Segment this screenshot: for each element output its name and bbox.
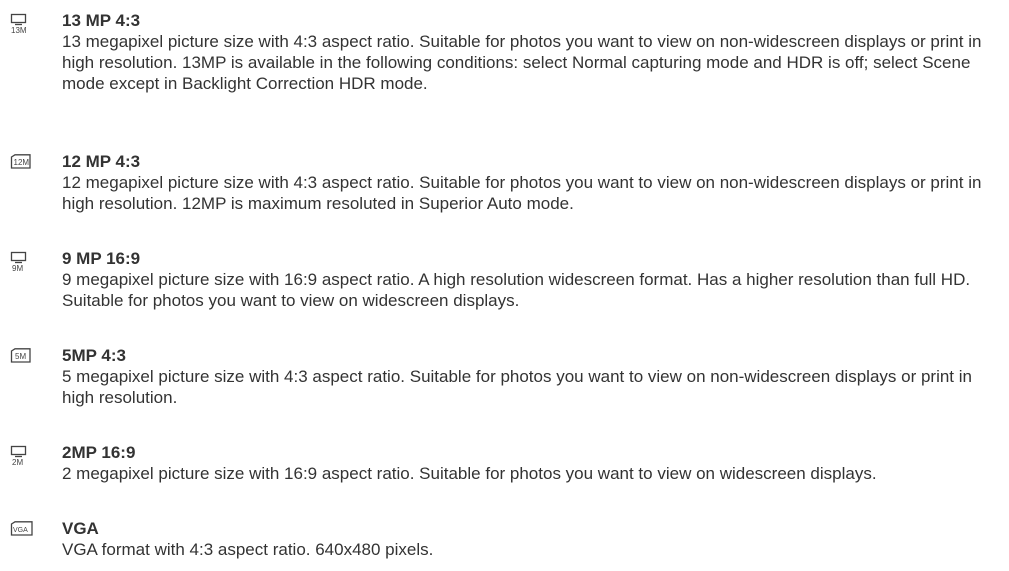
entry-description: 2 megapixel picture size with 16:9 aspec… <box>62 464 877 483</box>
svg-text:9M: 9M <box>12 264 23 273</box>
svg-text:13M: 13M <box>11 26 27 35</box>
frame-vga-icon: VGA <box>10 521 36 541</box>
entry-title: 12 MP 4:3 <box>62 152 141 171</box>
entry-title: 5MP 4:3 <box>62 346 126 365</box>
svg-text:VGA: VGA <box>13 527 28 534</box>
entry-title: 13 MP 4:3 <box>62 11 141 30</box>
svg-text:12M: 12M <box>14 158 30 167</box>
entry-description: 9 megapixel picture size with 16:9 aspec… <box>62 270 971 310</box>
entry-description: 5 megapixel picture size with 4:3 aspect… <box>62 367 972 407</box>
entry-description: 12 megapixel picture size with 4:3 aspec… <box>62 173 982 213</box>
screen-13m-icon: 13M <box>10 13 36 35</box>
frame-12m-icon: 12M <box>10 154 36 174</box>
svg-text:5M: 5M <box>15 352 26 361</box>
entry-title: 2MP 16:9 <box>62 443 136 462</box>
entry-description: 13 megapixel picture size with 4:3 aspec… <box>62 32 982 93</box>
screen-9m-icon: 9M <box>10 251 36 273</box>
svg-text:2M: 2M <box>12 458 23 467</box>
frame-5m-icon: 5M <box>10 348 36 368</box>
entry-title: VGA <box>62 519 99 538</box>
screen-2m-icon: 2M <box>10 445 36 467</box>
entry-title: 9 MP 16:9 <box>62 249 141 268</box>
entry-description: VGA format with 4:3 aspect ratio. 640x48… <box>62 540 434 559</box>
